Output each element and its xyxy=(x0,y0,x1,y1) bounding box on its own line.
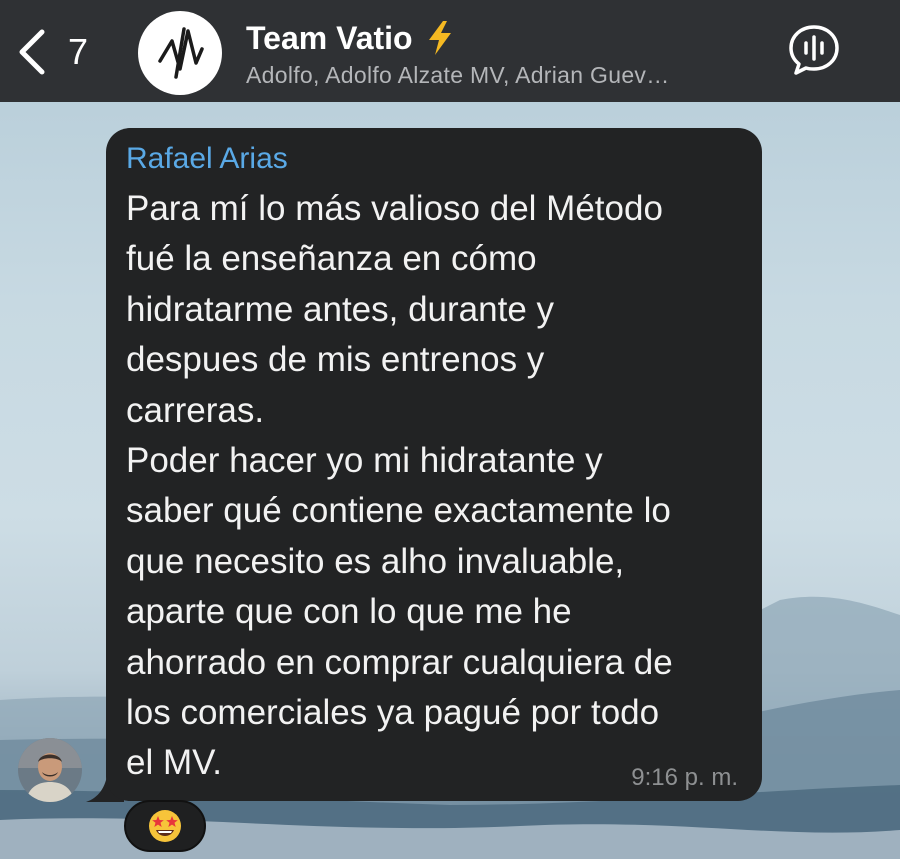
vatio-logo-icon xyxy=(158,27,204,79)
group-members-list: Adolfo, Adolfo Alzate MV, Adrian Guev… xyxy=(246,62,670,88)
lightning-bolt-icon xyxy=(428,21,451,55)
sender-avatar[interactable] xyxy=(18,738,82,802)
voice-chat-icon xyxy=(789,25,839,75)
unread-count: 7 xyxy=(68,31,89,72)
message-bubble[interactable]: Rafael Arias Para mí lo más valioso del … xyxy=(106,128,762,801)
message-reaction[interactable] xyxy=(124,800,206,852)
user-photo-icon xyxy=(18,738,82,802)
chevron-left-icon xyxy=(19,29,45,75)
message-text: Para mí lo más valioso del Método fué la… xyxy=(126,189,673,783)
star-struck-emoji-icon xyxy=(149,810,181,842)
group-avatar[interactable] xyxy=(138,11,222,95)
sender-name[interactable]: Rafael Arias xyxy=(126,140,288,178)
chat-title-row[interactable]: Team Vatio xyxy=(246,18,455,58)
group-title: Team Vatio xyxy=(246,20,413,56)
back-button[interactable]: 7 xyxy=(14,24,104,80)
message-timestamp: 9:16 p. m. xyxy=(631,764,738,791)
voice-chat-button[interactable] xyxy=(786,22,842,78)
chat-header: 7 Team Vatio Adolfo, Adolfo Alzate MV, A… xyxy=(0,0,900,102)
